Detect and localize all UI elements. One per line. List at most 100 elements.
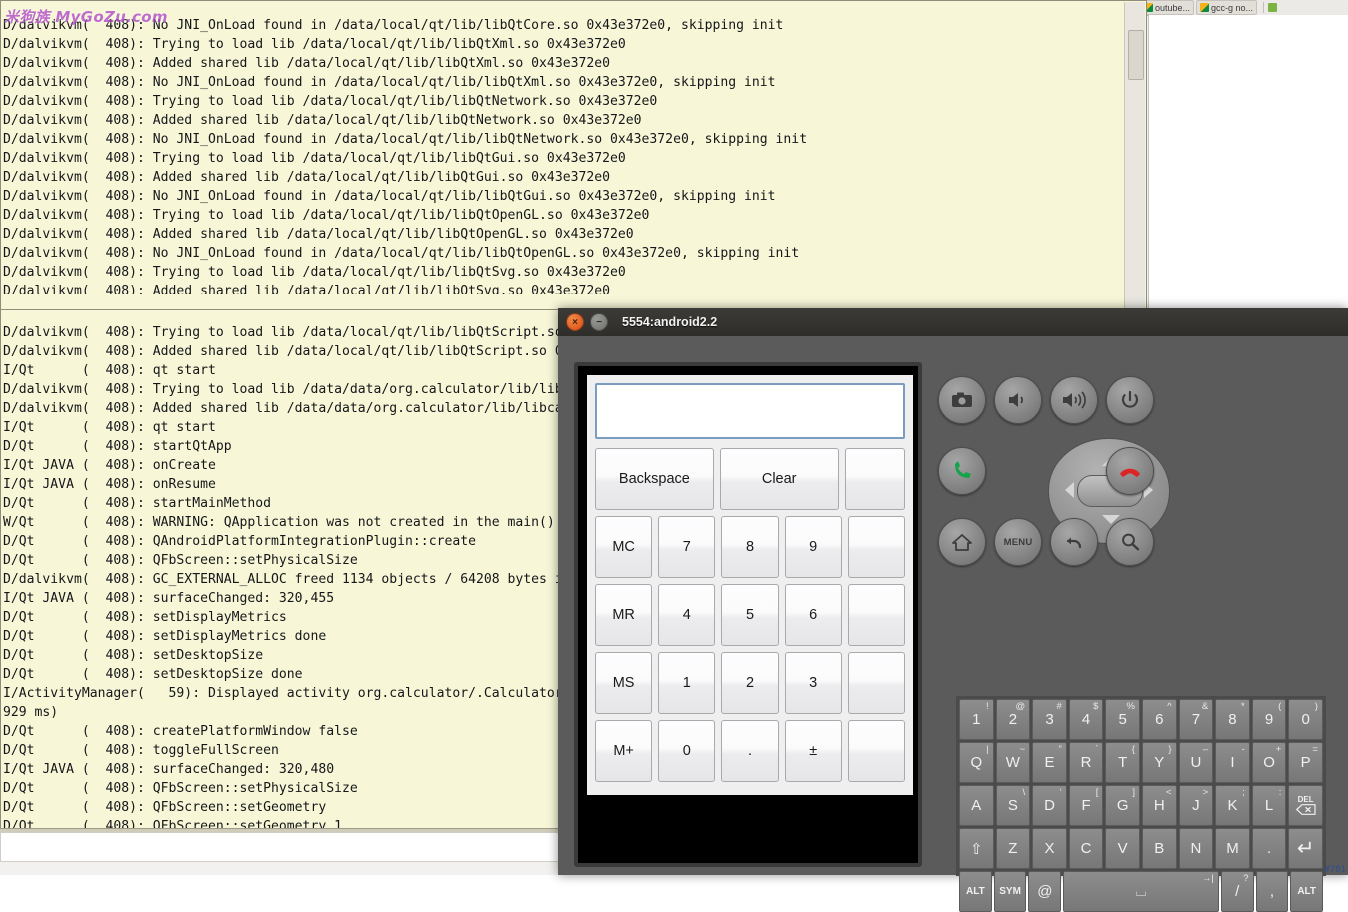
key-p[interactable]: =P	[1288, 742, 1323, 783]
digit-6-button[interactable]: 6	[785, 584, 842, 646]
key-m[interactable]: M	[1215, 828, 1250, 869]
digit-1-button[interactable]: 1	[658, 652, 715, 714]
key-v[interactable]: V	[1105, 828, 1140, 869]
key-r[interactable]: `R	[1069, 742, 1104, 783]
logcat-console-top[interactable]: D/dalvikvm( 408): No JNI_OnLoad found in…	[0, 0, 1147, 310]
key-main: G	[1117, 797, 1129, 814]
key-u[interactable]: –U	[1179, 742, 1214, 783]
key-6[interactable]: ^6	[1142, 699, 1177, 740]
key-n[interactable]: N	[1179, 828, 1214, 869]
clear-button[interactable]: Clear	[720, 448, 839, 510]
key-3[interactable]: #3	[1032, 699, 1067, 740]
emulator-soft-keyboard[interactable]: !1 @2 #3 $4 %5 ^6 &7 *8 (9 )0 |Q ~W ”E `…	[956, 696, 1326, 876]
taskbar-item-youtube[interactable]: outube...	[1140, 0, 1194, 15]
calc-extra-button[interactable]	[845, 448, 905, 510]
calc-extra-button[interactable]	[848, 584, 905, 646]
key-y[interactable]: }Y	[1142, 742, 1177, 783]
key-7[interactable]: &7	[1179, 699, 1214, 740]
key-b[interactable]: B	[1142, 828, 1177, 869]
back-button[interactable]	[1050, 518, 1098, 566]
digit-5-button[interactable]: 5	[721, 584, 778, 646]
camera-button[interactable]	[938, 376, 986, 424]
key-1[interactable]: !1	[959, 699, 994, 740]
digit-2-button[interactable]: 2	[721, 652, 778, 714]
power-button[interactable]	[1106, 376, 1154, 424]
console-scrollbar-top[interactable]	[1124, 2, 1145, 308]
key-sym[interactable]: SYM	[994, 871, 1027, 912]
calc-extra-button[interactable]	[848, 516, 905, 578]
key-sup: >	[1203, 787, 1209, 798]
key-2[interactable]: @2	[996, 699, 1031, 740]
key-h[interactable]: <H	[1142, 785, 1177, 826]
digit-0-button[interactable]: 0	[658, 720, 715, 782]
search-button[interactable]	[1106, 518, 1154, 566]
calculator-app[interactable]: Backspace Clear MC 7 8 9 MR 4 5	[587, 375, 913, 795]
key-a[interactable]: A	[959, 785, 994, 826]
key-e[interactable]: ”E	[1032, 742, 1067, 783]
key-g[interactable]: ]G	[1105, 785, 1140, 826]
key-period[interactable]: .	[1252, 828, 1287, 869]
android-emulator-window[interactable]: × − 5554:android2.2 Backspace Clear MC 7	[558, 308, 1348, 875]
memory-store-button[interactable]: MS	[595, 652, 652, 714]
key-i[interactable]: -I	[1215, 742, 1250, 783]
key-main: R	[1081, 754, 1092, 771]
close-icon[interactable]: ×	[566, 313, 584, 331]
calculator-display[interactable]	[595, 383, 905, 439]
key-w[interactable]: ~W	[996, 742, 1031, 783]
calc-extra-button[interactable]	[848, 652, 905, 714]
call-button[interactable]	[938, 447, 986, 495]
key-alt-left[interactable]: ALT	[959, 871, 992, 912]
sign-toggle-button[interactable]: ±	[785, 720, 842, 782]
calc-extra-button[interactable]	[848, 720, 905, 782]
key-t[interactable]: {T	[1105, 742, 1140, 783]
key-0[interactable]: )0	[1288, 699, 1323, 740]
key-space[interactable]: →| ⌴	[1063, 871, 1219, 912]
key-q[interactable]: |Q	[959, 742, 994, 783]
minimize-icon[interactable]: −	[590, 313, 608, 331]
key-enter[interactable]: ↵	[1288, 828, 1323, 869]
device-screen[interactable]: Backspace Clear MC 7 8 9 MR 4 5	[587, 375, 913, 857]
key-j[interactable]: >J	[1179, 785, 1214, 826]
key-5[interactable]: %5	[1105, 699, 1140, 740]
end-call-button[interactable]	[1106, 447, 1154, 495]
volume-up-button[interactable]	[1050, 376, 1098, 424]
key-alt-right[interactable]: ALT	[1290, 871, 1323, 912]
key-z[interactable]: Z	[996, 828, 1031, 869]
console-scrollbar-thumb[interactable]	[1128, 30, 1144, 80]
memory-add-button[interactable]: M+	[595, 720, 652, 782]
key-comma[interactable]: ,	[1256, 871, 1289, 912]
key-delete[interactable]: DEL	[1288, 785, 1323, 826]
emulator-titlebar[interactable]: × − 5554:android2.2	[558, 308, 1348, 336]
key-shift[interactable]: ⇧	[959, 828, 994, 869]
indicator-icon[interactable]	[1268, 3, 1277, 12]
key-slash[interactable]: ?/	[1221, 871, 1254, 912]
key-main: T	[1118, 754, 1127, 771]
key-s[interactable]: \S	[996, 785, 1031, 826]
digit-8-button[interactable]: 8	[721, 516, 778, 578]
key-k[interactable]: ;K	[1215, 785, 1250, 826]
taskbar-item-gcc[interactable]: gcc-g no...	[1196, 0, 1257, 15]
decimal-point-button[interactable]: .	[721, 720, 778, 782]
dpad-left-icon[interactable]	[1065, 482, 1074, 498]
digit-4-button[interactable]: 4	[658, 584, 715, 646]
key-main: W	[1006, 754, 1020, 771]
digit-9-button[interactable]: 9	[785, 516, 842, 578]
backspace-button[interactable]: Backspace	[595, 448, 714, 510]
key-d[interactable]: ‘D	[1032, 785, 1067, 826]
volume-down-button[interactable]	[994, 376, 1042, 424]
memory-recall-button[interactable]: MR	[595, 584, 652, 646]
key-at[interactable]: @	[1028, 871, 1061, 912]
key-x[interactable]: X	[1032, 828, 1067, 869]
digit-7-button[interactable]: 7	[658, 516, 715, 578]
home-button[interactable]	[938, 518, 986, 566]
key-o[interactable]: +O	[1252, 742, 1287, 783]
key-8[interactable]: *8	[1215, 699, 1250, 740]
digit-3-button[interactable]: 3	[785, 652, 842, 714]
key-9[interactable]: (9	[1252, 699, 1287, 740]
key-4[interactable]: $4	[1069, 699, 1104, 740]
menu-button[interactable]: MENU	[994, 518, 1042, 566]
key-c[interactable]: C	[1069, 828, 1104, 869]
key-l[interactable]: :L	[1252, 785, 1287, 826]
memory-clear-button[interactable]: MC	[595, 516, 652, 578]
key-f[interactable]: [F	[1069, 785, 1104, 826]
